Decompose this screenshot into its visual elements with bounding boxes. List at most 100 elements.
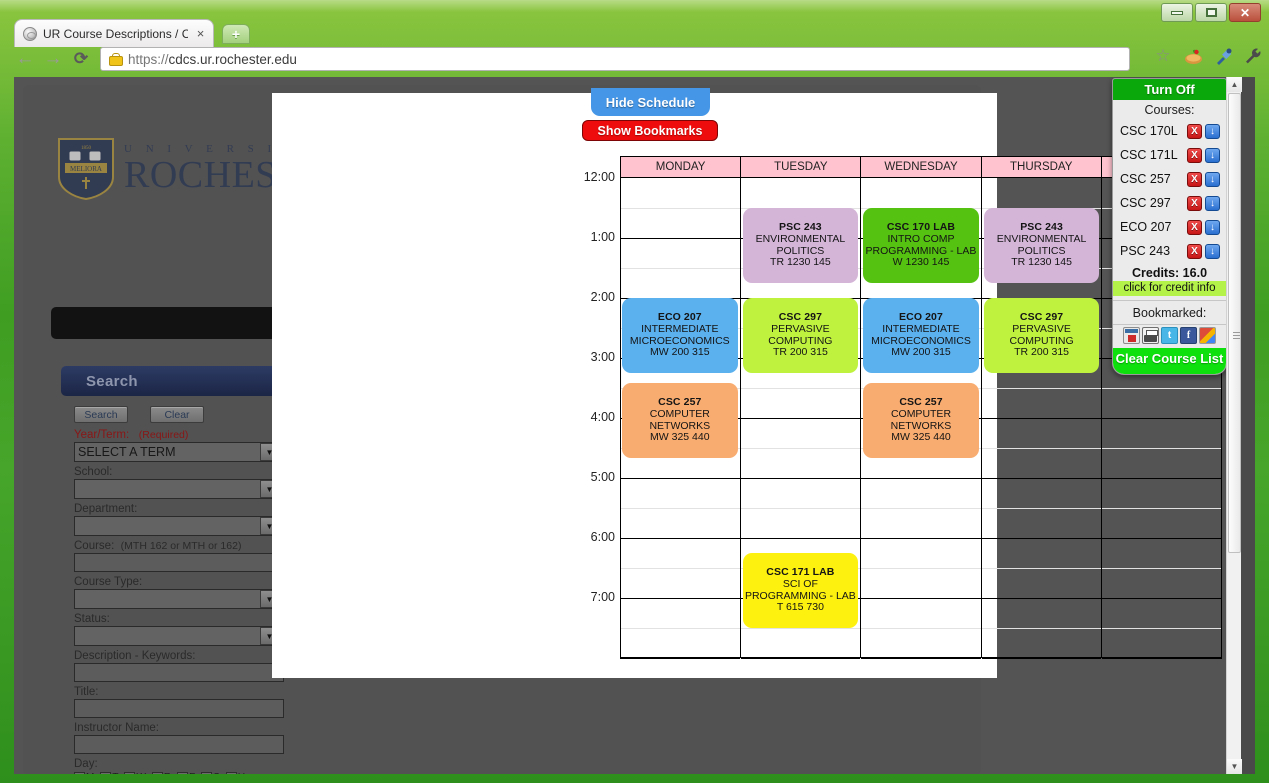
day-checkbox-t[interactable]: T [100,772,118,774]
year-term-value: SELECT A TERM [78,445,176,459]
day-column[interactable]: ECO 207 INTERMEDIATE MICROECONOMICS MW 200… [620,178,741,659]
schedule-event[interactable]: ECO 207 INTERMEDIATE MICROECONOMICS MW 200… [622,298,738,373]
status-select[interactable]: ▼ [74,626,280,646]
clear-course-list-button[interactable]: Clear Course List [1113,348,1226,374]
day-column[interactable]: PSC 243 ENVIRONMENTAL POLITICS TR 1230 145… [981,178,1103,659]
event-title: PERVASIVE COMPUTING [1009,322,1074,347]
course-name: PSC 243 [1120,244,1171,258]
day-checkbox-m[interactable]: M [74,772,94,774]
hour-line [1102,538,1222,539]
course-input[interactable] [74,553,284,572]
day-column[interactable]: CSC 170 LAB INTRO COMP PROGRAMMING - LAB W… [861,178,982,659]
toolbar-icons: ☆ [1153,46,1263,66]
half-hour-line [620,568,740,569]
clear-button[interactable]: Clear [150,406,204,423]
event-meta: TR 1230 145 [1011,256,1072,269]
year-term-select[interactable]: SELECT A TERM ▼ [74,442,280,462]
url-text: https://cdcs.ur.rochester.edu [128,52,297,67]
checkbox-icon[interactable] [100,772,112,774]
description-keywords-input[interactable] [74,663,284,682]
schedule-event[interactable]: CSC 171 LAB SCI OF PROGRAMMING - LAB T 615… [742,553,859,628]
close-window-button[interactable]: ✕ [1229,3,1261,22]
close-icon[interactable]: × [194,27,207,40]
course-row-buttons: X ↓ [1187,219,1220,235]
url-scheme: https:// [128,51,169,67]
checkbox-icon[interactable] [74,772,85,774]
download-course-button[interactable]: ↓ [1205,123,1220,139]
search-button[interactable]: Search [74,406,128,423]
checkbox-icon[interactable] [151,772,163,774]
schedule-event[interactable]: PSC 243 ENVIRONMENTAL POLITICS TR 1230 145 [742,208,859,283]
school-select[interactable]: ▼ [74,479,280,499]
label-instructor-name: Instructor Name: [74,722,159,734]
hide-schedule-button[interactable]: Hide Schedule [591,88,710,116]
hour-line [981,418,1102,419]
forward-icon[interactable]: → [42,48,64,70]
turn-off-button[interactable]: Turn Off [1113,79,1226,100]
page-scrollbar[interactable]: ▲ ▼ [1226,77,1242,774]
instructor-name-input[interactable] [74,735,284,754]
download-course-button[interactable]: ↓ [1205,195,1220,211]
calendar-icon[interactable] [1123,327,1140,344]
remove-course-button[interactable]: X [1187,147,1202,163]
googleplus-icon[interactable] [1199,327,1216,344]
event-code: ECO 207 [899,311,943,323]
eyedropper-icon[interactable] [1213,46,1233,66]
department-select[interactable]: ▼ [74,516,280,536]
credit-info-link[interactable]: click for credit info [1113,281,1226,296]
half-hour-line [861,628,981,629]
download-course-button[interactable]: ↓ [1205,243,1220,259]
schedule-event[interactable]: CSC 257 COMPUTER NETWORKS MW 325 440 [863,383,979,458]
day-checkbox-w[interactable]: W [124,772,146,774]
remove-course-button[interactable]: X [1187,171,1202,187]
minimize-button[interactable] [1161,3,1193,22]
day-checkbox-r[interactable]: R [151,772,171,774]
show-bookmarks-button[interactable]: Show Bookmarks [582,120,718,141]
facebook-icon[interactable]: f [1180,327,1197,344]
schedule-event[interactable]: ECO 207 INTERMEDIATE MICROECONOMICS MW 200… [863,298,979,373]
title-input[interactable] [74,699,284,718]
tab-title: UR Course Descriptions / C [43,26,189,41]
address-bar[interactable]: https://cdcs.ur.rochester.edu [100,47,1130,71]
schedule-event[interactable]: CSC 257 COMPUTER NETWORKS MW 325 440 [622,383,738,458]
time-label: 4:00 [590,410,615,424]
half-hour-line [1102,448,1222,449]
event-meta: TR 200 315 [1014,346,1070,359]
back-icon[interactable]: ← [14,48,36,70]
remove-course-button[interactable]: X [1187,219,1202,235]
day-checkbox-u[interactable]: U [225,772,245,774]
event-meta: TR 200 315 [772,346,828,359]
course-type-select[interactable]: ▼ [74,589,280,609]
chrome-menu-wrench-icon[interactable] [1243,46,1263,66]
schedule-event[interactable]: PSC 243 ENVIRONMENTAL POLITICS TR 1230 145 [983,208,1100,283]
download-course-button[interactable]: ↓ [1205,147,1220,163]
checkbox-icon[interactable] [124,772,136,774]
checkbox-icon[interactable] [225,772,237,774]
printer-icon[interactable] [1142,327,1159,344]
hour-line [861,538,981,539]
remove-course-button[interactable]: X [1187,243,1202,259]
scroll-up-arrow[interactable]: ▲ [1227,77,1242,92]
download-course-button[interactable]: ↓ [1205,219,1220,235]
remove-course-button[interactable]: X [1187,195,1202,211]
content-card: MELIORA 1850 U N I V E R S I T Y ROCHEST… [23,85,1222,774]
bookmark-star-icon[interactable]: ☆ [1153,46,1173,66]
scroll-down-arrow[interactable]: ▼ [1227,759,1242,774]
event-meta: MW 325 440 [650,431,710,444]
maximize-button[interactable] [1195,3,1227,22]
checkbox-icon[interactable] [201,772,213,774]
reload-icon[interactable]: ⟳ [70,48,92,70]
half-hour-line [861,508,981,509]
schedule-event[interactable]: CSC 297 PERVASIVE COMPUTING TR 200 315 [983,298,1100,373]
day-checkbox-f[interactable]: F [177,772,195,774]
download-course-button[interactable]: ↓ [1205,171,1220,187]
scrollbar-thumb[interactable] [1228,93,1241,553]
extension-icon[interactable] [1183,46,1203,66]
twitter-icon[interactable]: t [1161,327,1178,344]
remove-course-button[interactable]: X [1187,123,1202,139]
day-column[interactable]: PSC 243 ENVIRONMENTAL POLITICS TR 1230 145… [740,178,862,659]
checkbox-icon[interactable] [177,772,189,774]
schedule-event[interactable]: CSC 170 LAB INTRO COMP PROGRAMMING - LAB W… [863,208,979,283]
schedule-event[interactable]: CSC 297 PERVASIVE COMPUTING TR 200 315 [742,298,859,373]
day-checkbox-s[interactable]: S [201,772,220,774]
